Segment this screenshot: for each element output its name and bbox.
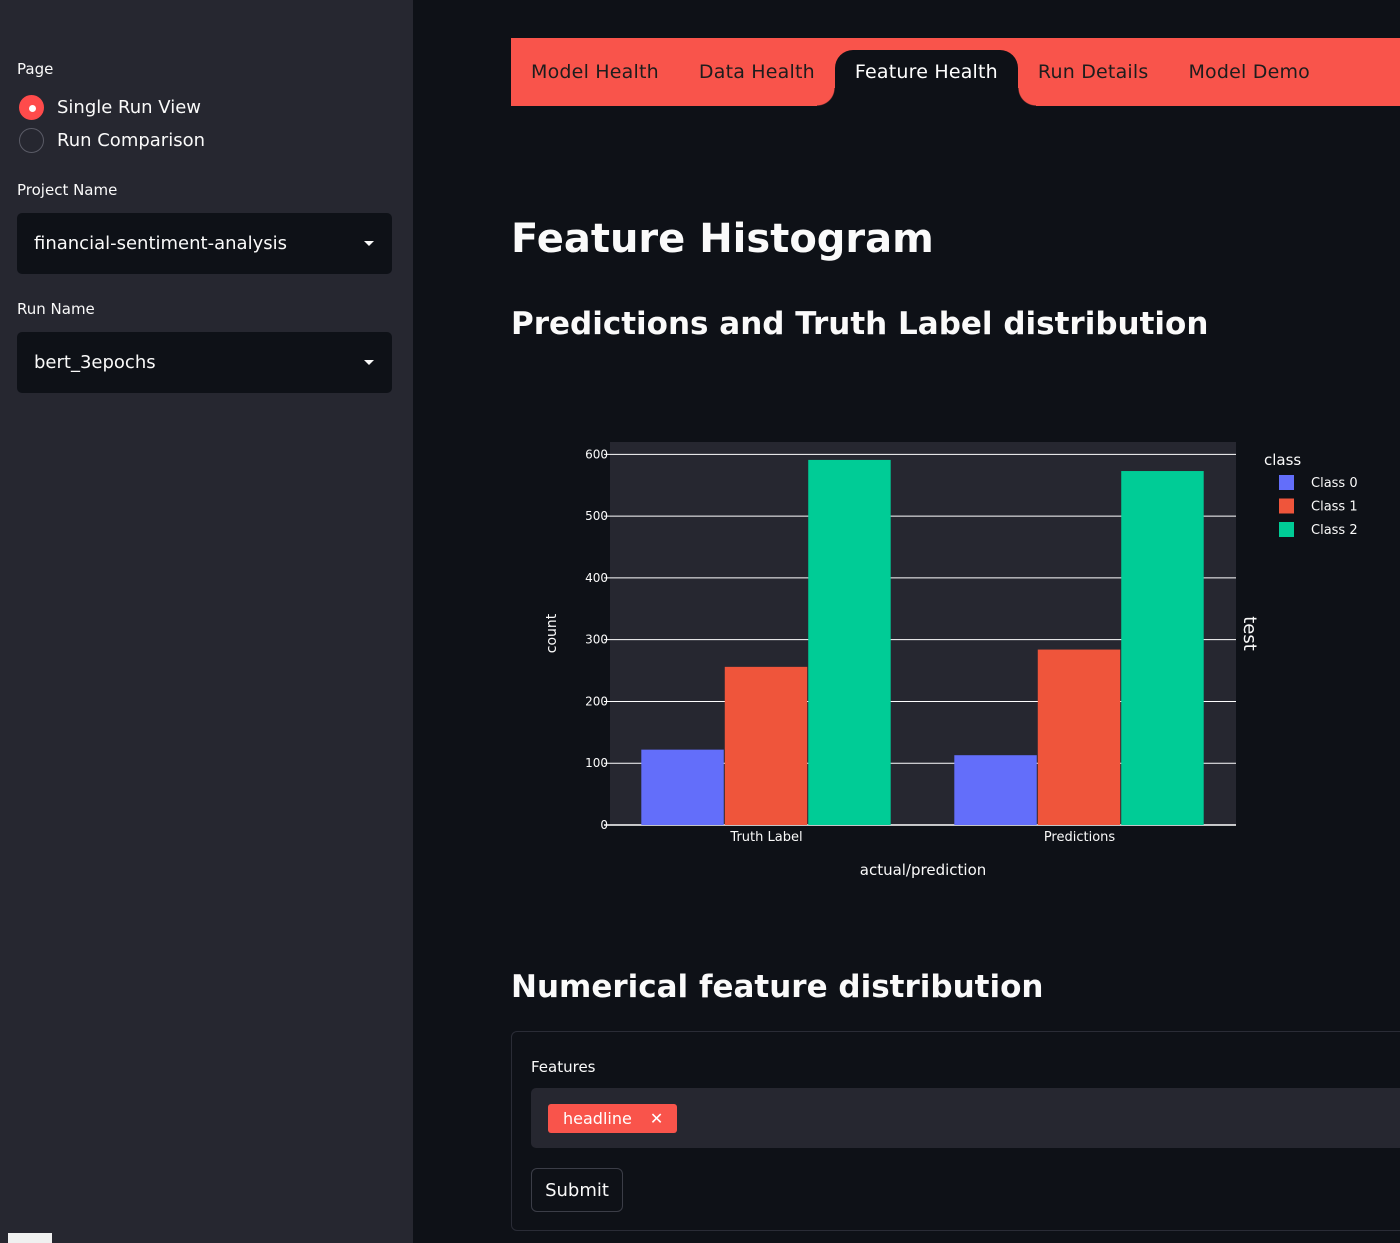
legend-label: Class 0 — [1311, 476, 1358, 491]
submit-button[interactable]: Submit — [531, 1168, 623, 1212]
features-multiselect[interactable]: headline ✕ — [531, 1088, 1400, 1148]
bar-chart: 0 100 200 300 400 500 600 Truth Label Prediction… — [544, 442, 1358, 879]
page-label: Page — [17, 60, 54, 78]
radio-single-run-view[interactable]: Single Run View — [19, 93, 201, 121]
tab-bar: Model Health Data Health Feature Health … — [511, 38, 1400, 106]
bar — [954, 755, 1037, 825]
run-name-value: bert_3epochs — [34, 352, 156, 373]
bar — [641, 749, 724, 825]
section-title-numerical: Numerical feature distribution — [511, 969, 1044, 1005]
radio-unselected-icon — [19, 127, 44, 153]
bar — [724, 666, 808, 825]
y-tick-label: 100 — [585, 756, 608, 770]
bar — [1037, 649, 1121, 825]
legend-swatch — [1279, 475, 1294, 490]
legend-label: Class 1 — [1311, 500, 1358, 515]
y-tick-label: 200 — [585, 694, 608, 708]
tab-model-health[interactable]: Model Health — [511, 38, 679, 106]
tab-data-health[interactable]: Data Health — [679, 38, 835, 106]
radio-label: Single Run View — [57, 96, 202, 118]
section-title-predictions: Predictions and Truth Label distribution — [511, 306, 1209, 342]
y-tick-label: 600 — [585, 447, 608, 461]
y-tick-label: 400 — [585, 571, 608, 585]
radio-selected-icon — [19, 94, 44, 120]
status-widget — [8, 1233, 52, 1243]
x-tick-label: Predictions — [1044, 830, 1116, 845]
bar — [1121, 471, 1204, 825]
page-title: Feature Histogram — [511, 216, 934, 262]
features-label: Features — [531, 1058, 596, 1076]
legend-label: Class 2 — [1311, 523, 1358, 538]
project-name-label: Project Name — [17, 181, 118, 199]
bar — [808, 459, 891, 825]
feature-tag: headline ✕ — [548, 1104, 678, 1133]
legend-title: class — [1264, 451, 1301, 469]
y-axis-label: count — [544, 613, 560, 653]
sidebar: Page Single Run View Run Comparison Proj… — [0, 0, 413, 1243]
radio-run-comparison[interactable]: Run Comparison — [19, 126, 205, 154]
run-name-label: Run Name — [17, 300, 95, 318]
facet-label: test — [1239, 616, 1260, 651]
y-tick-label: 0 — [600, 818, 608, 832]
x-tick-label: Truth Label — [729, 830, 802, 845]
radio-label: Run Comparison — [57, 129, 206, 151]
tab-model-demo[interactable]: Model Demo — [1168, 38, 1330, 106]
legend-swatch — [1279, 498, 1294, 514]
project-name-select[interactable]: financial-sentiment-analysis — [17, 213, 392, 274]
close-icon[interactable]: ✕ — [650, 1109, 663, 1128]
x-axis-label: actual/prediction — [860, 861, 987, 879]
project-name-value: financial-sentiment-analysis — [34, 233, 287, 254]
run-name-select[interactable]: bert_3epochs — [17, 332, 392, 393]
chevron-down-icon — [364, 360, 374, 365]
y-tick-label: 300 — [585, 633, 608, 647]
y-tick-label: 500 — [585, 509, 608, 523]
chevron-down-icon — [364, 241, 374, 246]
feature-form: Features headline ✕ Submit — [511, 1031, 1400, 1231]
legend-swatch — [1279, 522, 1294, 537]
feature-tag-label: headline — [563, 1109, 632, 1128]
tab-feature-health[interactable]: Feature Health — [816, 50, 1036, 106]
tab-run-details[interactable]: Run Details — [1018, 38, 1169, 106]
